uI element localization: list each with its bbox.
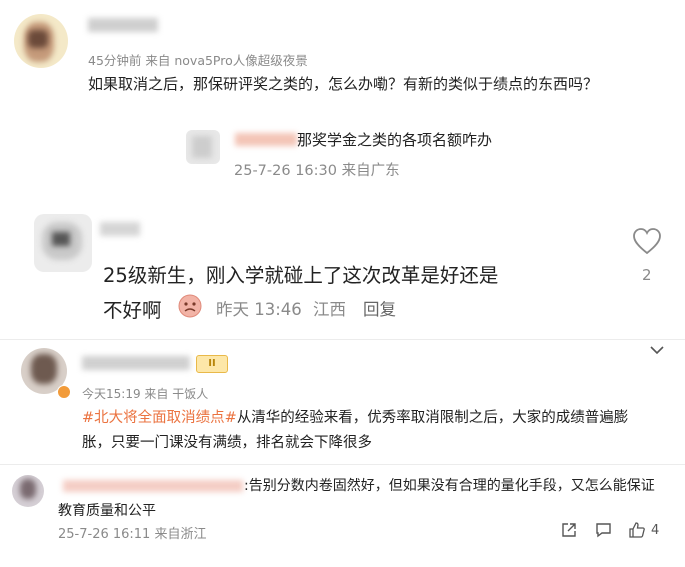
verified-badge-icon — [57, 385, 71, 399]
hashtag-link[interactable]: #北大将全面取消绩点# — [82, 410, 237, 426]
username-redacted — [88, 18, 158, 32]
username-redacted — [100, 222, 140, 236]
comment-meta: 45分钟前 来自 nova5Pro人像超级夜景 — [88, 53, 308, 68]
user-level-badge: II — [196, 355, 228, 373]
username-redacted — [235, 133, 297, 146]
comment-text-line2: 教育质量和公平 — [58, 503, 156, 519]
username-redacted — [82, 356, 190, 370]
comment-meta: 25-7-26 16:11 来自浙江 — [58, 527, 207, 542]
avatar[interactable] — [34, 214, 92, 272]
avatar[interactable] — [14, 14, 68, 68]
comment-text-a: 从清华的经验来看，优秀率取消限制之后，大家的成绩普遍膨 — [236, 410, 629, 426]
comment-text-line1: 25级新生，刚入学就碰上了这次改革是好还是 — [103, 264, 499, 287]
comment-location: 江西 — [313, 300, 346, 319]
avatar[interactable] — [12, 475, 44, 507]
divider — [0, 464, 685, 465]
sad-face-emoji-icon — [177, 293, 203, 319]
username-redacted — [63, 480, 243, 492]
level-badge-label: II — [208, 358, 216, 369]
comment-text-line2: 不好啊 — [103, 299, 162, 322]
reply-text: 那奖学金之类的各项名额咋办 — [297, 131, 493, 149]
avatar[interactable] — [186, 130, 220, 164]
comment-time: 昨天 13:46 — [216, 300, 302, 319]
like-count: 2 — [642, 266, 652, 284]
comment-meta: 今天15:19 来自 干饭人 — [82, 387, 209, 401]
comment-text-line1: :告别分数内卷固然好，但如果没有合理的量化手段，又怎么能保证 — [244, 478, 655, 494]
reply-meta: 25-7-26 16:30 来自广东 — [234, 163, 400, 179]
chevron-down-icon[interactable] — [650, 345, 664, 355]
share-icon[interactable] — [561, 522, 577, 538]
comment-icon[interactable] — [595, 522, 612, 538]
comment-text: 如果取消之后，那保研评奖之类的，怎么办嘞？有新的类似于绩点的东西吗？ — [88, 75, 599, 93]
like-count: 4 — [651, 523, 660, 538]
comment-text-b: 胀，只要一门课没有满绩，排名就会下降很多 — [82, 435, 372, 451]
thumbs-up-icon[interactable] — [629, 522, 645, 538]
reply-button[interactable]: 回复 — [363, 296, 396, 320]
comment-text: #北大将全面取消绩点#从清华的经验来看，优秀率取消限制之后，大家的成绩普遍膨 — [82, 406, 628, 427]
heart-icon[interactable] — [632, 227, 662, 255]
divider — [0, 339, 685, 340]
